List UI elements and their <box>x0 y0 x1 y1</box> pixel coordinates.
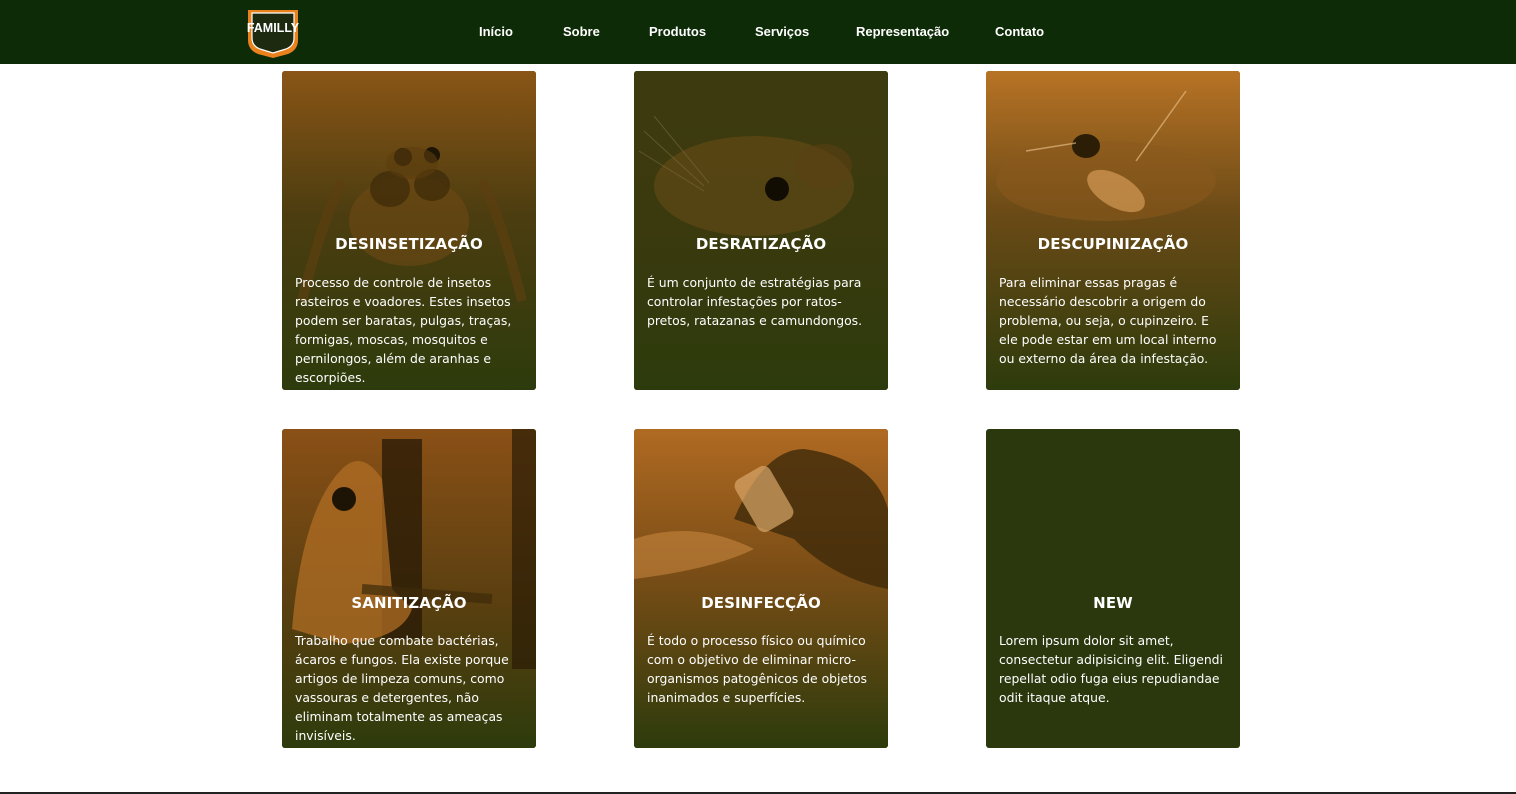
card-title: DESINFECÇÃO <box>701 594 821 612</box>
card-description: Lorem ipsum dolor sit amet, consectetur … <box>999 633 1223 705</box>
service-card-descupinizacao[interactable]: DESCUPINIZAÇÃO Para eliminar essas praga… <box>986 71 1240 390</box>
nav-link-produtos[interactable]: Produtos <box>649 24 706 39</box>
nav-link-servicos[interactable]: Serviços <box>755 24 809 39</box>
familly-logo[interactable]: FAMILLY <box>242 4 304 60</box>
logo-text: FAMILLY <box>247 21 300 35</box>
nav-link-inicio[interactable]: Início <box>479 24 513 39</box>
nav-link-contato[interactable]: Contato <box>995 24 1044 39</box>
service-card-desinsetizacao[interactable]: DESINSETIZAÇÃO Processo de controle de i… <box>282 71 536 390</box>
card-description: Trabalho que combate bactérias, ácaros e… <box>295 633 509 743</box>
card-title: NEW <box>1093 594 1133 612</box>
nav-link-representacao[interactable]: Representação <box>856 24 949 39</box>
service-card-desinfeccao[interactable]: DESINFECÇÃO É todo o processo físico ou … <box>634 429 888 748</box>
service-card-new[interactable]: NEW Lorem ipsum dolor sit amet, consecte… <box>986 429 1240 748</box>
card-description: Processo de controle de insetos rasteiro… <box>295 275 512 385</box>
service-card-sanitizacao[interactable]: SANITIZAÇÃO Trabalho que combate bactéri… <box>282 429 536 748</box>
card-title: DESCUPINIZAÇÃO <box>1037 235 1189 253</box>
card-description: É todo o processo físico ou químico com … <box>647 633 868 705</box>
card-description: É um conjunto de estratégias para contro… <box>647 275 863 328</box>
rat-photo <box>634 71 888 390</box>
card-description: Para eliminar essas pragas é necessário … <box>999 275 1217 366</box>
service-card-desratizacao[interactable]: DESRATIZAÇÃO É um conjunto de estratégia… <box>634 71 888 390</box>
top-navbar: FAMILLY Início Sobre Produtos Serviços R… <box>0 0 1516 64</box>
card-title: DESRATIZAÇÃO <box>695 235 827 253</box>
card-title: DESINSETIZAÇÃO <box>335 235 483 253</box>
card-title: SANITIZAÇÃO <box>351 594 467 612</box>
nav-link-sobre[interactable]: Sobre <box>563 24 600 39</box>
